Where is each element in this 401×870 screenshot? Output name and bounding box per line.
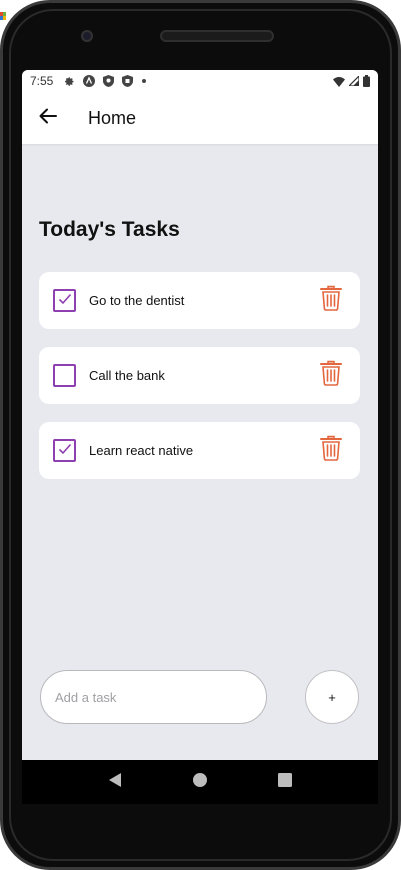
section-title: Today's Tasks bbox=[39, 218, 180, 241]
nav-home-button[interactable] bbox=[180, 762, 220, 802]
trash-icon bbox=[320, 360, 342, 391]
task-item[interactable]: Go to the dentist bbox=[39, 272, 360, 329]
task-item[interactable]: Learn react native bbox=[39, 422, 360, 479]
delete-task-button[interactable] bbox=[316, 435, 346, 466]
task-checkbox[interactable] bbox=[53, 364, 76, 387]
back-button[interactable] bbox=[24, 94, 72, 142]
gear-icon bbox=[63, 75, 75, 87]
delete-task-button[interactable] bbox=[316, 360, 346, 391]
trash-icon bbox=[320, 435, 342, 466]
checkmark-icon bbox=[58, 292, 72, 310]
task-composer: + bbox=[40, 670, 360, 724]
nav-back-button[interactable] bbox=[95, 762, 135, 802]
task-checkbox[interactable] bbox=[53, 289, 76, 312]
add-task-button[interactable]: + bbox=[305, 670, 359, 724]
battery-icon bbox=[363, 75, 370, 87]
checkmark-icon bbox=[58, 442, 72, 460]
triangle-back-icon bbox=[108, 772, 122, 793]
android-nav-bar bbox=[22, 760, 378, 804]
dot-icon bbox=[141, 78, 147, 84]
signal-icon bbox=[349, 76, 359, 86]
task-item[interactable]: Call the bank bbox=[39, 347, 360, 404]
task-list: Go to the dentist Call the bank Learn re… bbox=[39, 272, 360, 497]
delete-task-button[interactable] bbox=[316, 285, 346, 316]
circle-home-icon bbox=[192, 772, 208, 793]
arrow-left-icon bbox=[39, 108, 57, 129]
system-icons bbox=[333, 75, 370, 87]
task-label: Go to the dentist bbox=[89, 293, 185, 308]
square-recents-icon bbox=[278, 772, 293, 792]
add-task-input[interactable] bbox=[40, 670, 267, 724]
nav-recents-button[interactable] bbox=[265, 762, 305, 802]
status-bar: 7:55 bbox=[22, 70, 378, 92]
task-label: Call the bank bbox=[89, 368, 165, 383]
app-screen: 7:55 Home Today's Tasks Go to the dentis… bbox=[22, 70, 378, 760]
task-label: Learn react native bbox=[89, 443, 194, 458]
trash-icon bbox=[320, 285, 342, 316]
corner-logo-icon bbox=[0, 12, 6, 30]
page-title: Home bbox=[88, 107, 137, 128]
app-a-icon bbox=[83, 75, 96, 87]
notification-icons bbox=[63, 75, 147, 87]
shield-icon bbox=[103, 75, 115, 87]
front-camera bbox=[81, 30, 93, 42]
app-header: Home bbox=[22, 92, 378, 144]
task-checkbox[interactable] bbox=[53, 439, 76, 462]
wifi-icon bbox=[333, 76, 345, 87]
earpiece-speaker bbox=[160, 30, 274, 42]
status-time: 7:55 bbox=[30, 74, 54, 88]
shield-icon bbox=[122, 75, 134, 87]
